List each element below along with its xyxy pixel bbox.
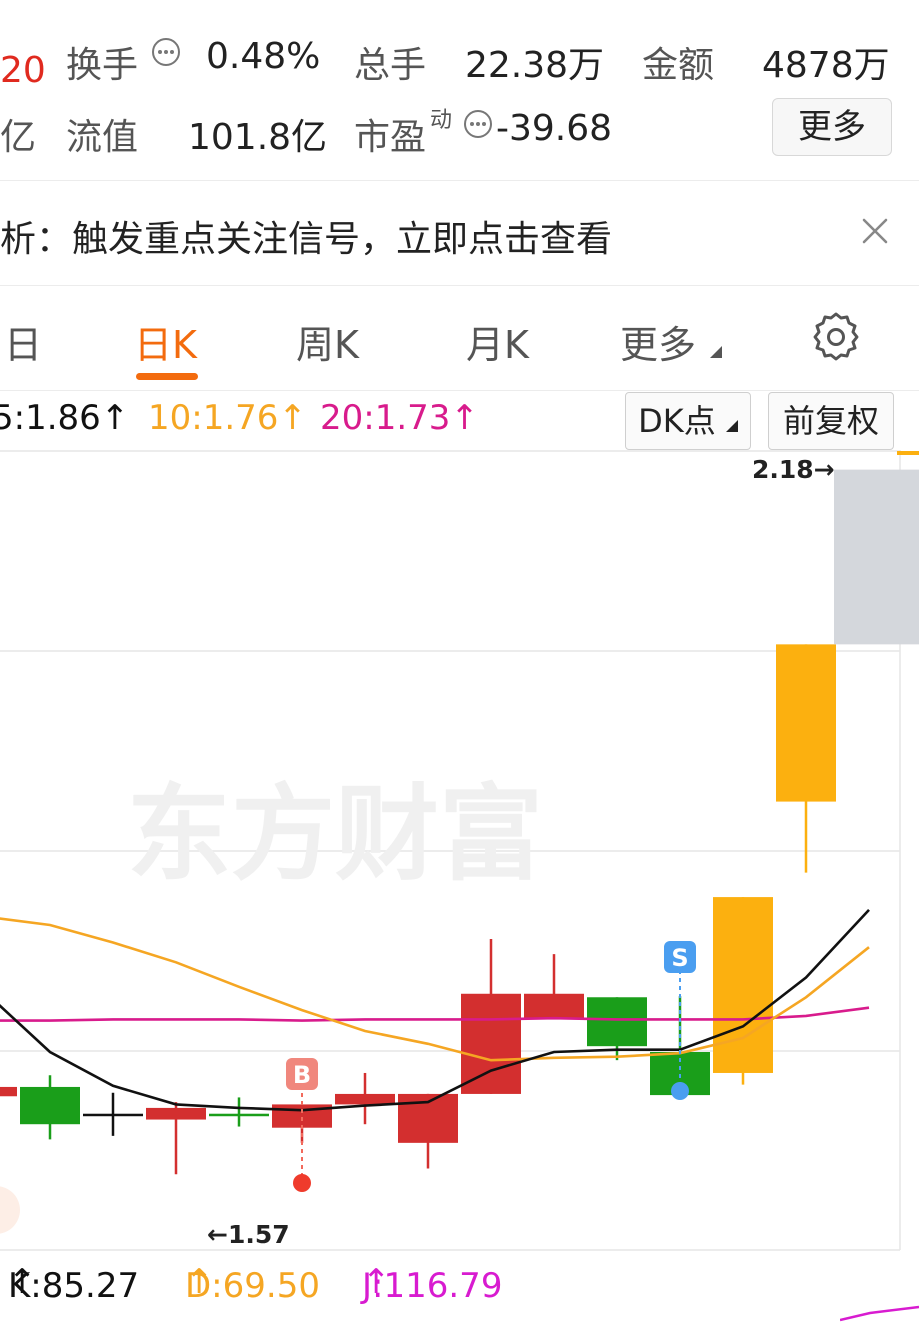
notice-bar[interactable]: 析：触发重点关注信号，立即点击查看 [0, 180, 919, 285]
candle-body [461, 993, 521, 1094]
buy-marker-dot [293, 1174, 311, 1192]
ma10-label: 10:1.76↑ [148, 398, 307, 438]
turnover-label: 换手 [66, 45, 139, 86]
active-tab-indicator [136, 373, 198, 380]
sell-marker-text: S [671, 944, 688, 972]
volume-value: 22.38万 [465, 45, 605, 86]
candle-body [0, 1086, 17, 1097]
high-price-label: 2.18→ [752, 455, 835, 484]
close-icon[interactable] [860, 216, 890, 250]
candle-body [587, 997, 647, 1047]
kdj-d-label: D:69.50 ↑ [185, 1262, 320, 1306]
turnover-value: 0.48% [206, 36, 321, 77]
cap-fragment: 亿 [0, 117, 37, 158]
pe-value: -39.68 [496, 108, 613, 149]
candle-body [20, 1086, 80, 1125]
candle-body [146, 1107, 206, 1120]
triangle-icon [710, 346, 723, 358]
amount-value: 4878万 [762, 45, 890, 86]
amount-label: 金额 [642, 45, 715, 86]
sell-marker-dot [671, 1082, 689, 1100]
info-icon[interactable] [462, 108, 494, 144]
dk-point-button[interactable]: DK点 [625, 392, 751, 450]
ma20-label: 20:1.73↑ [320, 398, 479, 438]
low-price-label: ←1.57 [207, 1220, 290, 1249]
tab-week-k[interactable]: 周K [296, 314, 359, 369]
candle-body [83, 1113, 143, 1117]
price-fragment: 20 [0, 50, 46, 91]
divider [0, 390, 919, 391]
kline-svg[interactable]: 东方财富 B S 2.18→ ←1.57 [0, 450, 919, 1255]
more-button[interactable]: 更多 [772, 98, 892, 156]
notice-text[interactable]: 析：触发重点关注信号，立即点击查看 [0, 210, 612, 262]
pe-sup: 动 [430, 108, 453, 133]
triangle-icon [725, 420, 738, 432]
float-label: 流值 [66, 117, 139, 158]
candle-body [776, 644, 836, 802]
volume-label: 总手 [354, 45, 427, 86]
watermark: 东方财富 [127, 772, 543, 895]
candle-body [834, 469, 919, 645]
tab-month-k[interactable]: 月K [466, 314, 529, 369]
ma5-label: 5:1.86↑ [0, 398, 130, 438]
tab-day-k[interactable]: 日K [134, 314, 197, 369]
pe-label: 市盈 [354, 117, 427, 158]
candle-body [335, 1093, 395, 1105]
tab-more[interactable]: 更多 [620, 314, 723, 369]
info-icon[interactable] [150, 36, 182, 72]
kline-chart[interactable]: 东方财富 B S 2.18→ ←1.57 [0, 450, 919, 1255]
tab-more-label: 更多 [620, 323, 697, 367]
forward-adjust-button[interactable]: 前复权 [768, 392, 894, 450]
buy-marker-text: B [293, 1061, 311, 1089]
candle-body [524, 993, 584, 1020]
float-value: 101.8亿 [188, 117, 328, 158]
stats-row-1: 20 换手 0.48% 总手 22.38万 金额 4878万 [0, 28, 919, 91]
kdj-j-line [840, 1305, 919, 1322]
dk-point-label: DK点 [638, 402, 716, 440]
candle-body [713, 897, 773, 1073]
left-edge-badge [0, 1186, 20, 1234]
kdj-k-label: K:85.27 ↑ [8, 1262, 140, 1306]
kdj-j-label: J:116.79 ↑ [362, 1262, 503, 1306]
tab-day[interactable]: 日 [4, 314, 42, 369]
gear-icon[interactable] [810, 310, 862, 362]
candle-body [209, 1113, 269, 1117]
kdj-legend: K:85.27 ↑ D:69.50 ↑ J:116.79 ↑ [0, 1258, 919, 1318]
